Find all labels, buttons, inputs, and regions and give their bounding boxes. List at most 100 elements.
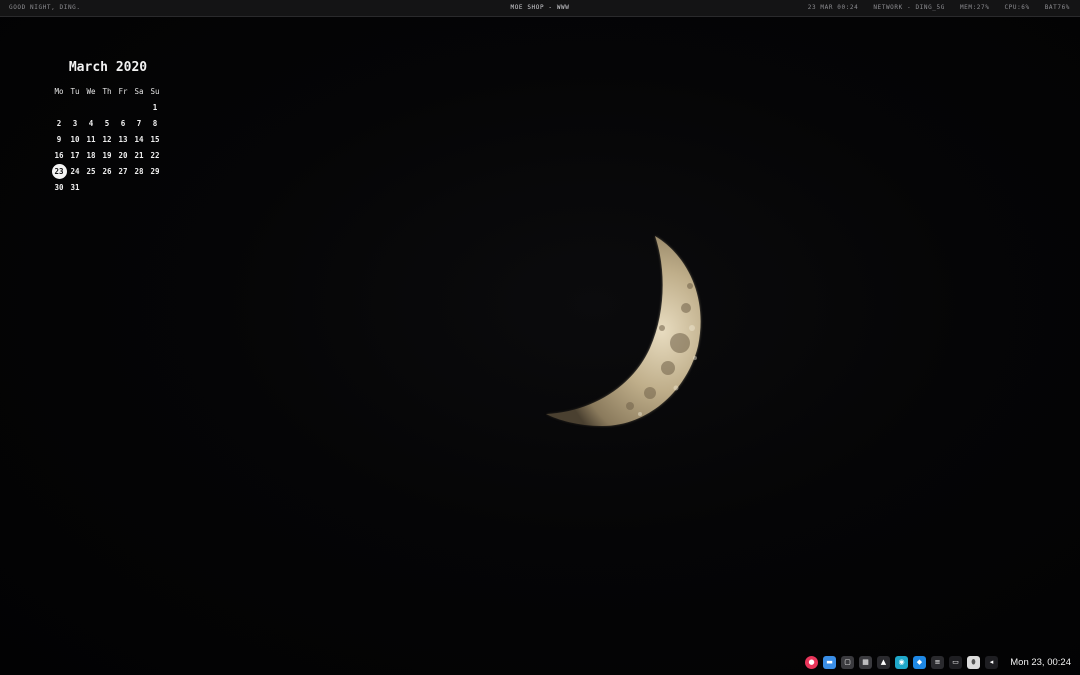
weekday-header: Mo: [54, 86, 64, 96]
calendar-day-cell[interactable]: 26: [99, 163, 115, 179]
calendar-day: 22: [150, 150, 160, 160]
calendar-today-day: 23: [51, 163, 67, 179]
desktop: GOOD NIGHT, DING. MOE SHOP - WWW 23 MAR …: [0, 0, 1080, 675]
finder-icon[interactable]: ▬: [823, 655, 836, 669]
calendar-day-cell[interactable]: 12: [99, 131, 115, 147]
calendar-day: 6: [120, 118, 126, 128]
calendar-day: 1: [152, 102, 158, 112]
calendar-day: 25: [86, 166, 96, 176]
grid-icon[interactable]: ▦: [859, 655, 872, 669]
calendar-empty-cell: [67, 99, 83, 115]
calendar-empty-cell: [115, 99, 131, 115]
volume-icon[interactable]: ◂: [985, 655, 998, 669]
calendar-day: 7: [136, 118, 142, 128]
calendar-day-cell[interactable]: 7: [131, 115, 147, 131]
weekday-header: Th: [102, 86, 112, 96]
calendar-day-cell[interactable]: 23: [51, 163, 67, 179]
calendar-day: 12: [102, 134, 112, 144]
calendar-day-cell[interactable]: 2: [51, 115, 67, 131]
calendar-day: 8: [152, 118, 158, 128]
calendar-day: 28: [134, 166, 144, 176]
calendar-day-cell[interactable]: 18: [83, 147, 99, 163]
chat-icon[interactable]: ≡: [931, 655, 944, 669]
moon-wallpaper-image: [546, 236, 701, 426]
calendar-day: 20: [118, 150, 128, 160]
calendar-widget: March 2020 Mo Tu We Th Fr Sa Su 1 2 3 4 5 6 7 8 9 10 11 12…: [51, 58, 165, 195]
system-stats: 23 MAR 00:24 NETWORK - DING_5G MEM:27% C…: [808, 0, 1070, 16]
calendar-grid: Mo Tu We Th Fr Sa Su 1 2 3 4 5 6 7 8 9 10 11 12 13 14 15 16 17 1…: [51, 83, 165, 195]
calendar-day-cell[interactable]: 27: [115, 163, 131, 179]
calendar-day-cell[interactable]: 19: [99, 147, 115, 163]
calendar-day: 18: [86, 150, 96, 160]
calendar-day-cell[interactable]: 9: [51, 131, 67, 147]
calendar-day: 19: [102, 150, 112, 160]
calendar-day-cell[interactable]: 17: [67, 147, 83, 163]
calendar-day-cell[interactable]: 13: [115, 131, 131, 147]
calendar-day: 21: [134, 150, 144, 160]
calendar-day-cell[interactable]: 29: [147, 163, 163, 179]
calendar-empty-cell: [51, 99, 67, 115]
battery-icon[interactable]: ▭: [949, 655, 962, 669]
terminal-icon[interactable]: ▲: [877, 655, 890, 669]
calendar-day: 9: [56, 134, 62, 144]
calendar-day-cell[interactable]: 14: [131, 131, 147, 147]
calendar-day-cell[interactable]: 16: [51, 147, 67, 163]
calendar-day: 11: [86, 134, 96, 144]
calendar-empty-cell: [83, 99, 99, 115]
calendar-day-cell[interactable]: 22: [147, 147, 163, 163]
calendar-day-cell[interactable]: 31: [67, 179, 83, 195]
calendar-day: 13: [118, 134, 128, 144]
calendar-day-cell[interactable]: 25: [83, 163, 99, 179]
memory-stat: MEM:27%: [959, 4, 990, 11]
calendar-day: 26: [102, 166, 112, 176]
calendar-day-cell[interactable]: 8: [147, 115, 163, 131]
calendar-day-cell[interactable]: 5: [99, 115, 115, 131]
calendar-day: 16: [54, 150, 64, 160]
calendar-day: 3: [72, 118, 78, 128]
calendar-day: 27: [118, 166, 128, 176]
calendar-day: 24: [70, 166, 80, 176]
browser-icon[interactable]: ◉: [895, 655, 908, 669]
datetime-stat: 23 MAR 00:24: [807, 4, 859, 11]
calendar-day-cell[interactable]: 3: [67, 115, 83, 131]
calendar-day-cell[interactable]: 4: [83, 115, 99, 131]
calendar-day-cell[interactable]: 11: [83, 131, 99, 147]
menu-clock[interactable]: Mon 23, 00:24: [1010, 655, 1071, 671]
calendar-title: March 2020: [68, 60, 148, 75]
shield-icon[interactable]: ⬮: [967, 655, 980, 669]
calendar-day: 4: [88, 118, 94, 128]
calendar-day: 5: [104, 118, 110, 128]
vscode-icon[interactable]: ◆: [913, 655, 926, 669]
calendar-day-cell[interactable]: 24: [67, 163, 83, 179]
calendar-day: 29: [150, 166, 160, 176]
dock: ● ▬ ▢ ▦ ▲ ◉ ◆ ≡ ▭ ⬮ ◂: [805, 651, 998, 673]
calendar-day: 17: [70, 150, 80, 160]
cpu-stat: CPU:6%: [1004, 4, 1030, 11]
calendar-day: 30: [54, 182, 64, 192]
battery-stat: BAT76%: [1044, 4, 1070, 11]
calendar-day-cell[interactable]: 20: [115, 147, 131, 163]
weekday-header: Tu: [70, 86, 80, 96]
calendar-empty-cell: [131, 99, 147, 115]
calendar-day: 2: [56, 118, 62, 128]
calendar-day: 31: [70, 182, 80, 192]
calendar-day-cell[interactable]: 1: [147, 99, 163, 115]
weekday-header: Sa: [134, 86, 144, 96]
calendar-day-cell[interactable]: 6: [115, 115, 131, 131]
top-status-bar: GOOD NIGHT, DING. MOE SHOP - WWW 23 MAR …: [0, 0, 1080, 17]
calendar-empty-cell: [99, 99, 115, 115]
network-stat: NETWORK - DING_5G: [873, 4, 945, 11]
calendar-day-cell[interactable]: 21: [131, 147, 147, 163]
window-icon[interactable]: ▢: [841, 655, 854, 669]
calendar-day: 15: [150, 134, 160, 144]
calendar-day: 10: [70, 134, 80, 144]
calendar-day: 14: [134, 134, 144, 144]
calendar-day-cell[interactable]: 30: [51, 179, 67, 195]
weekday-header: We: [86, 86, 96, 96]
weekday-header: Su: [150, 86, 160, 96]
calendar-day-cell[interactable]: 15: [147, 131, 163, 147]
record-icon[interactable]: ●: [805, 655, 818, 669]
weekday-header: Fr: [118, 86, 128, 96]
calendar-day-cell[interactable]: 10: [67, 131, 83, 147]
calendar-day-cell[interactable]: 28: [131, 163, 147, 179]
